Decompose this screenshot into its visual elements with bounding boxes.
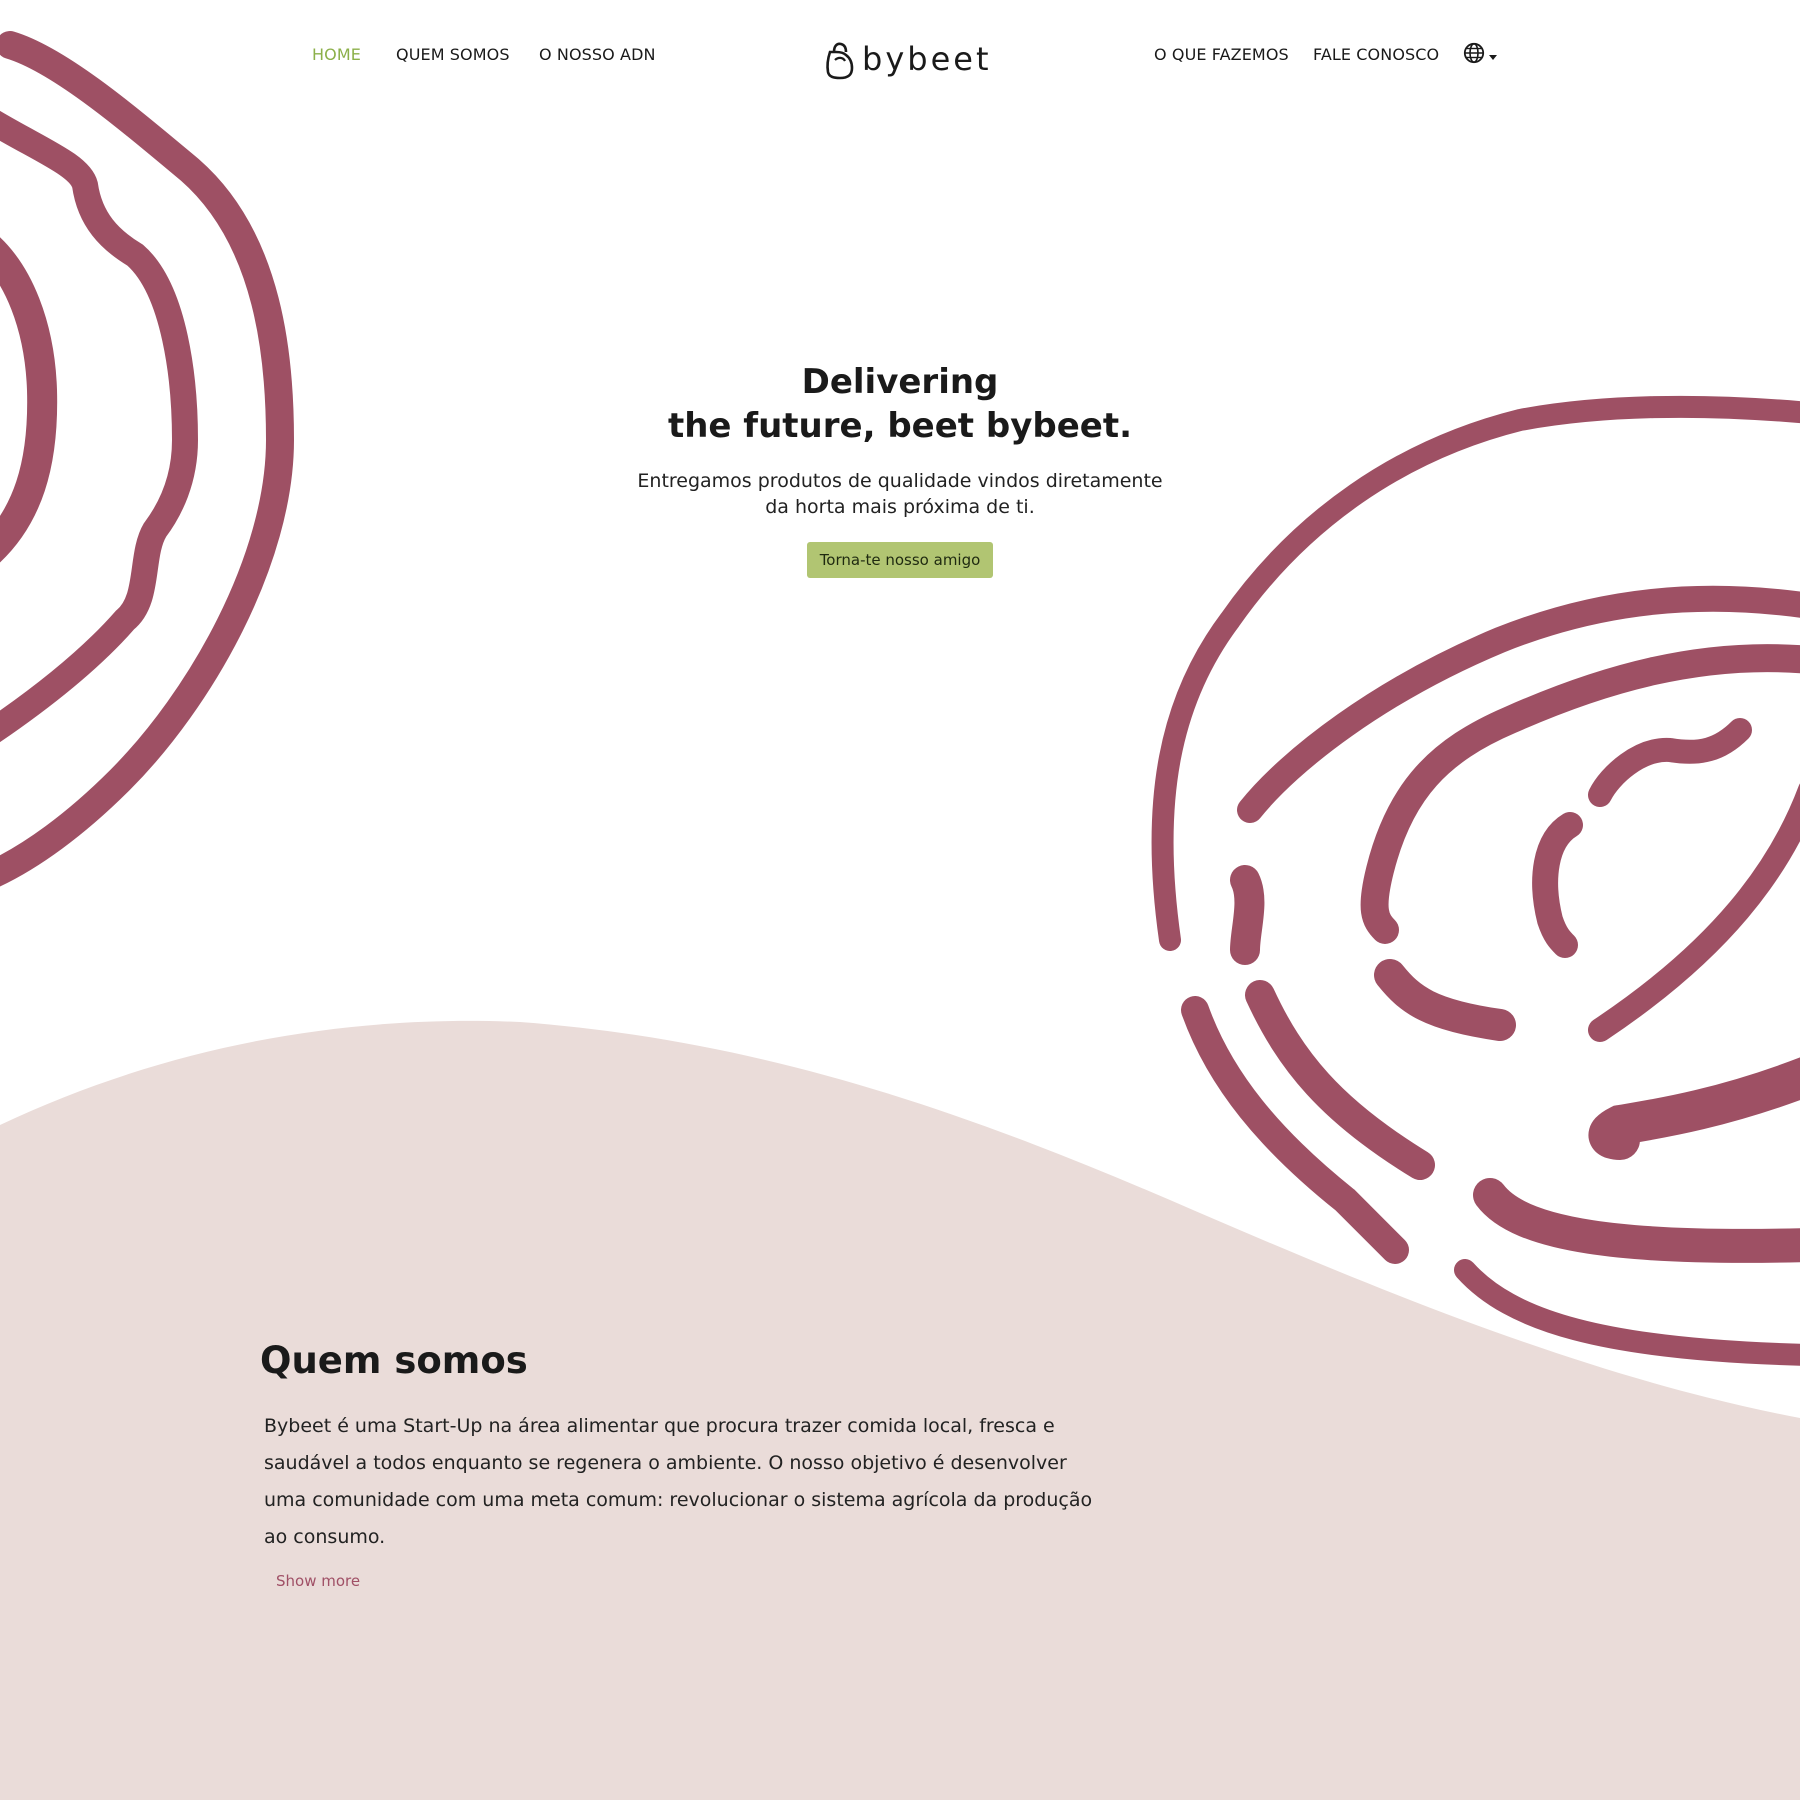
hero-title-line2: the future, beet bybeet.: [667, 406, 1133, 446]
top-navigation: HOME QUEM SOMOS O NOSSO ADN bybeet O QUE…: [0, 0, 1800, 110]
about-text: Bybeet é uma Start-Up na área alimentar …: [264, 1415, 1093, 1548]
language-selector[interactable]: [1463, 42, 1497, 64]
logo-text: bybeet: [862, 40, 992, 78]
show-more-link[interactable]: Show more: [276, 1572, 360, 1590]
hero-title-line1: Delivering: [801, 362, 999, 402]
hero-section: Delivering the future, beet bybeet. Entr…: [0, 360, 1800, 578]
about-section: Quem somos Bybeet é uma Start-Up na área…: [260, 1338, 1100, 1590]
nav-o-que-fazemos[interactable]: O QUE FAZEMOS: [1154, 44, 1289, 66]
become-friend-button[interactable]: Torna-te nosso amigo: [806, 542, 994, 578]
nav-quem-somos[interactable]: QUEM SOMOS: [396, 44, 510, 66]
hero-subtitle-line2: da horta mais próxima de ti.: [765, 496, 1035, 518]
beet-bag-icon: [826, 42, 854, 80]
nav-fale-conosco[interactable]: FALE CONOSCO: [1313, 44, 1439, 66]
nav-o-nosso-adn[interactable]: O NOSSO ADN: [539, 44, 656, 66]
hero-subtitle-line1: Entregamos produtos de qualidade vindos …: [637, 470, 1163, 492]
chevron-down-icon: [1489, 54, 1497, 60]
hero-subtitle: Entregamos produtos de qualidade vindos …: [0, 468, 1800, 520]
globe-icon: [1463, 42, 1485, 64]
nav-home[interactable]: HOME: [312, 44, 361, 66]
about-title: Quem somos: [260, 1339, 528, 1382]
bybeet-logo[interactable]: bybeet: [822, 36, 991, 82]
hero-title: Delivering the future, beet bybeet.: [0, 360, 1800, 448]
